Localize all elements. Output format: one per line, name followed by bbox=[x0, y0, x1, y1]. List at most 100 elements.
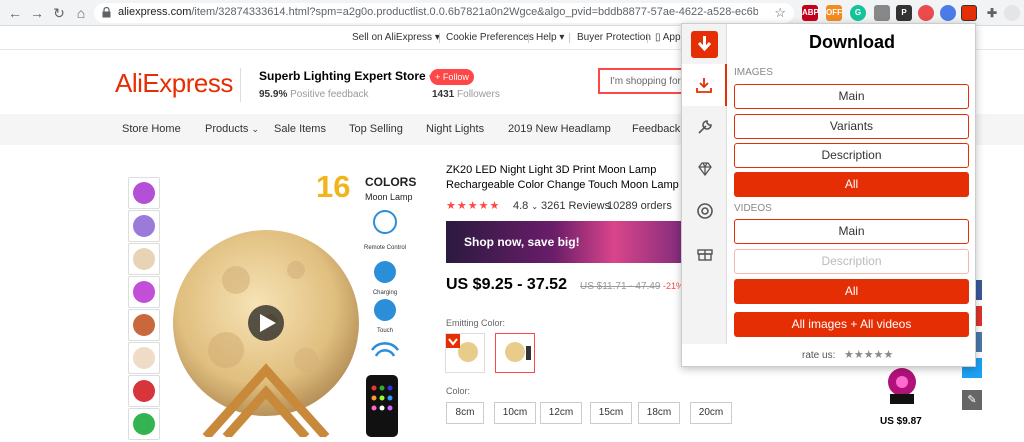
address-bar[interactable]: aliexpress.com/item/32874333614.html?spm… bbox=[94, 3, 794, 23]
feature-touch: Touch bbox=[377, 328, 393, 334]
search-input[interactable]: I'm shopping for bbox=[598, 68, 688, 94]
rate-us-label: rate us: bbox=[802, 350, 836, 361]
store-name[interactable]: Superb Lighting Expert Store ▾ bbox=[259, 69, 434, 83]
extension-icon[interactable] bbox=[940, 5, 956, 21]
thumbnail-swatch[interactable] bbox=[128, 276, 160, 308]
gift-icon[interactable] bbox=[682, 232, 727, 274]
rating-value[interactable]: 4.8 ⌄ bbox=[513, 200, 538, 212]
thumbnail-color bbox=[133, 248, 155, 270]
grammarly-icon[interactable]: G bbox=[850, 5, 866, 21]
back-icon[interactable]: ← bbox=[6, 4, 24, 22]
thumbnail-color bbox=[133, 215, 155, 237]
rate-stars[interactable]: ★★★★★ bbox=[844, 348, 893, 361]
badge-sub: Moon Lamp bbox=[365, 192, 413, 202]
videos-main-button[interactable]: Main bbox=[734, 219, 969, 244]
recommended-item-image[interactable] bbox=[872, 362, 932, 407]
size-option[interactable]: 12cm bbox=[540, 402, 582, 424]
downloader-extension-icon[interactable] bbox=[961, 5, 977, 21]
extension-icon[interactable] bbox=[874, 5, 890, 21]
size-option[interactable]: 10cm bbox=[494, 402, 536, 424]
thumbnail-swatch[interactable] bbox=[128, 408, 160, 440]
download-tab-icon[interactable] bbox=[682, 64, 727, 106]
extension-p-icon[interactable]: P bbox=[896, 5, 912, 21]
thumbnail-swatch[interactable] bbox=[128, 243, 160, 275]
extension-logo-icon bbox=[691, 31, 718, 58]
extension-off-icon[interactable]: OFF bbox=[826, 5, 842, 21]
badge-word: COLORS bbox=[365, 175, 416, 189]
images-variants-button[interactable]: Variants bbox=[734, 114, 969, 139]
size-option[interactable]: 15cm bbox=[590, 402, 632, 424]
reload-icon[interactable]: ↻ bbox=[50, 4, 68, 22]
thumbnail-swatch[interactable] bbox=[128, 342, 160, 374]
extension-icon[interactable] bbox=[918, 5, 934, 21]
promo-text: Shop now, save big! bbox=[464, 235, 580, 249]
product-title: ZK20 LED Night Light 3D Print Moon Lamp … bbox=[446, 164, 679, 195]
wrench-icon[interactable] bbox=[682, 106, 727, 148]
diamond-icon[interactable] bbox=[682, 148, 727, 190]
thumbnail-swatch[interactable] bbox=[128, 375, 160, 407]
images-all-button[interactable]: All bbox=[734, 172, 969, 197]
nav-feedback[interactable]: Feedback bbox=[632, 123, 680, 135]
profile-avatar[interactable] bbox=[1004, 5, 1020, 21]
nav-products[interactable]: Products ⌄ bbox=[205, 123, 259, 135]
images-main-button[interactable]: Main bbox=[734, 84, 969, 109]
popup-title: Download bbox=[809, 32, 895, 52]
size-option[interactable]: 20cm bbox=[690, 402, 732, 424]
puzzle-icon[interactable]: ✚ bbox=[984, 5, 1000, 21]
images-description-button[interactable]: Description bbox=[734, 143, 969, 168]
emitting-color-option[interactable] bbox=[445, 333, 485, 373]
thumbnail-color bbox=[133, 413, 155, 435]
buyer-protection-link[interactable]: Buyer Protection bbox=[577, 32, 651, 43]
nav-top-selling[interactable]: Top Selling bbox=[349, 123, 403, 135]
sell-link[interactable]: Sell on AliExpress ▾ bbox=[352, 32, 440, 43]
forward-icon[interactable]: → bbox=[28, 4, 46, 22]
videos-section-label: VIDEOS bbox=[734, 203, 772, 214]
reviews-count[interactable]: 3261 Reviews bbox=[541, 200, 610, 212]
url-text: aliexpress.com/item/32874333614.html?spm… bbox=[118, 6, 758, 18]
size-option[interactable]: 18cm bbox=[638, 402, 680, 424]
moon-lamp-image: 16 COLORS Moon Lamp Remote Control Charg… bbox=[173, 169, 416, 441]
download-extension-popup: Download IMAGES Main Variants Descriptio… bbox=[681, 23, 976, 367]
divider bbox=[647, 33, 648, 43]
divider bbox=[569, 33, 570, 43]
divider bbox=[240, 68, 241, 102]
promo-banner[interactable]: Shop now, save big! bbox=[446, 221, 686, 263]
home-icon[interactable]: ⌂ bbox=[72, 4, 90, 22]
divider bbox=[439, 33, 440, 43]
price: US $9.25 - 37.52 bbox=[446, 276, 567, 293]
thumbnail-swatch[interactable] bbox=[128, 177, 160, 209]
followers-count: 1431 Followers bbox=[432, 89, 500, 100]
emitting-color-option-selected[interactable] bbox=[495, 333, 535, 373]
nav-sale-items[interactable]: Sale Items bbox=[274, 123, 326, 135]
nav-store-home[interactable]: Store Home bbox=[122, 123, 181, 135]
help-link[interactable]: Help ▾ bbox=[536, 32, 564, 43]
videos-all-button[interactable]: All bbox=[734, 279, 969, 304]
adblock-icon[interactable]: ABP bbox=[802, 5, 819, 21]
orders-count: 10289 orders bbox=[607, 200, 672, 212]
cookie-link[interactable]: Cookie Preferences bbox=[446, 32, 534, 43]
aliexpress-logo[interactable]: AliExpress bbox=[115, 68, 233, 99]
lifebuoy-icon[interactable] bbox=[682, 190, 727, 232]
thumbnail-swatch[interactable] bbox=[128, 210, 160, 242]
color-label: Color: bbox=[446, 386, 471, 396]
thumbnail-color bbox=[133, 281, 155, 303]
feature-charging: Charging bbox=[373, 290, 397, 296]
thumbnail-color bbox=[133, 182, 155, 204]
product-main-image[interactable]: 16 COLORS Moon Lamp Remote Control Charg… bbox=[166, 160, 428, 441]
all-images-videos-button[interactable]: All images + All videos bbox=[734, 312, 969, 337]
follow-button[interactable]: + Follow bbox=[430, 69, 474, 85]
store-rating: 95.9% Positive feedback bbox=[259, 89, 369, 100]
divider bbox=[528, 33, 529, 43]
bookmark-star-icon[interactable]: ☆ bbox=[774, 5, 786, 21]
thumbnail-color bbox=[133, 380, 155, 402]
lock-icon bbox=[102, 7, 111, 18]
size-option[interactable]: 8cm bbox=[446, 402, 484, 424]
feature-remote: Remote Control bbox=[364, 245, 406, 251]
edit-icon[interactable]: ✎ bbox=[962, 390, 982, 410]
nav-headlamp[interactable]: 2019 New Headlamp bbox=[508, 123, 611, 135]
emitting-color-label: Emitting Color: bbox=[446, 318, 506, 328]
original-price: US $11.71 - 47.49 bbox=[580, 281, 661, 292]
thumbnail-swatch[interactable] bbox=[128, 309, 160, 341]
app-link[interactable]: ▯ App bbox=[655, 32, 681, 43]
nav-night-lights[interactable]: Night Lights bbox=[426, 123, 484, 135]
